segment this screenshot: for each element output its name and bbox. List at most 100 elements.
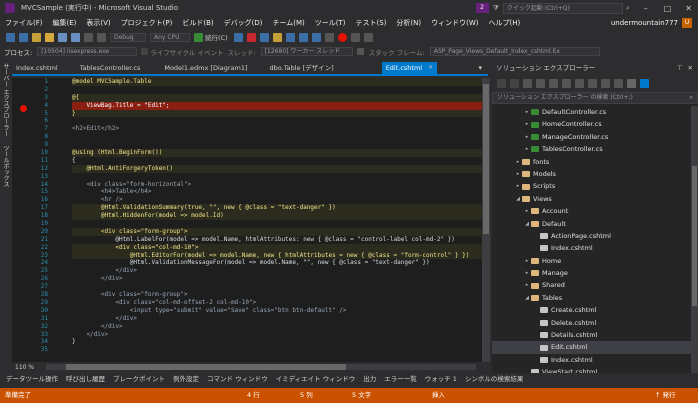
code-line[interactable]: <h4>Table</h4> xyxy=(72,188,482,196)
preview-icon[interactable] xyxy=(614,78,623,88)
solution-search-input[interactable]: ソリューション エクスプローラー の検索 (Ctrl+;) ⌕ xyxy=(492,92,698,104)
home-icon[interactable] xyxy=(523,78,532,88)
code-line[interactable]: ViewBag.Title = "Edit"; xyxy=(72,101,482,110)
code-line[interactable]: <div class="form-horizontal"> xyxy=(72,181,482,189)
code-line[interactable] xyxy=(72,133,482,141)
tab-exception-settings[interactable]: 例外設定 xyxy=(169,373,203,386)
close-tab-icon[interactable]: ✕ xyxy=(428,62,433,74)
toolbox-tab[interactable]: ツールボックス xyxy=(0,141,11,191)
tab-error-list[interactable]: エラー一覧 xyxy=(380,373,421,386)
user-avatar[interactable]: U xyxy=(682,18,692,28)
expand-arrow-icon[interactable]: ▸ xyxy=(514,168,522,180)
breakpoint-icon[interactable] xyxy=(337,32,347,42)
expand-arrow-icon[interactable]: ▸ xyxy=(523,131,531,143)
code-line[interactable] xyxy=(72,346,482,354)
tree-item[interactable]: ViewStart.cshtml xyxy=(492,366,698,373)
pin-icon[interactable]: ⊤ xyxy=(677,62,683,74)
server-explorer-tab[interactable]: サーバー エクスプローラー xyxy=(0,59,11,141)
code-line[interactable]: @Html.LabelFor(model => model.Name, html… xyxy=(72,236,482,244)
expand-arrow-icon[interactable]: ▸ xyxy=(523,255,531,267)
expand-arrow-icon[interactable]: ▸ xyxy=(514,180,522,192)
expand-arrow-icon[interactable]: ▸ xyxy=(523,279,531,291)
tree-item[interactable]: Edit.cshtml xyxy=(492,341,698,354)
stop-icon[interactable] xyxy=(246,32,256,42)
hscroll-track[interactable] xyxy=(46,364,476,370)
code-line[interactable] xyxy=(72,173,482,181)
tree-item[interactable]: Create.cshtml xyxy=(492,304,698,316)
code-editor[interactable]: 1 2 3 4 5 6 7 8 9 10 11 12 13 14 15 16 17 18 19 20 21 22 23 24 2… xyxy=(12,78,482,362)
tab-model1-edmx[interactable]: Model1.edmx [Diagram1] xyxy=(160,62,251,74)
expand-arrow-icon[interactable]: ◢ xyxy=(514,193,522,205)
code-line[interactable]: </div> xyxy=(72,331,482,339)
tab-index-cshtml[interactable]: Index.cshtml xyxy=(12,62,62,74)
publish-button[interactable]: ↑ 発行 xyxy=(655,388,676,403)
tab-tablescontroller[interactable]: TablesController.cs xyxy=(76,62,145,74)
tree-item[interactable]: Details.cshtml xyxy=(492,329,698,341)
menu-test[interactable]: テスト(S) xyxy=(351,18,392,28)
code-line[interactable]: @Html.HiddenFor(model => model.Id) xyxy=(72,212,482,221)
code-line[interactable] xyxy=(72,117,482,125)
tree-item[interactable]: ▸ Scripts xyxy=(492,180,698,192)
tree-item[interactable]: ▸ ManageController.cs xyxy=(492,131,698,143)
continue-button[interactable]: 続行(C) xyxy=(205,32,228,42)
code-line[interactable]: <div class="form-group"> xyxy=(72,227,482,236)
code-line[interactable]: @{ xyxy=(72,93,482,102)
collapse-all-icon[interactable] xyxy=(588,78,597,88)
sync-icon[interactable] xyxy=(562,78,571,88)
expand-arrow-icon[interactable]: ◢ xyxy=(523,218,531,230)
code-line[interactable]: </div> xyxy=(72,315,482,323)
zoom-level[interactable]: 110 % xyxy=(12,364,46,371)
expand-arrow-icon[interactable]: ▸ xyxy=(523,118,531,130)
refresh-icon[interactable] xyxy=(575,78,584,88)
expand-arrow-icon[interactable]: ▸ xyxy=(523,106,531,118)
forward-icon[interactable] xyxy=(19,32,28,42)
scroll-thumb[interactable] xyxy=(483,84,489,234)
comment-icon[interactable] xyxy=(363,32,373,42)
stackframe-select[interactable]: ASP_Page_Views_Default_Index_cshtml.Ex xyxy=(429,47,600,56)
expand-arrow-icon[interactable]: ▸ xyxy=(523,143,531,155)
bookmark-icon[interactable] xyxy=(350,32,360,42)
search-icon[interactable]: ⌕ xyxy=(690,92,693,104)
code-line[interactable] xyxy=(72,141,482,149)
tree-item[interactable]: ▸ Manage xyxy=(492,267,698,279)
code-line[interactable]: { xyxy=(72,157,482,165)
code-line[interactable]: @using (Html.BeginForm()) xyxy=(72,149,482,157)
platform-select[interactable]: Any CPU xyxy=(150,32,190,42)
tree-item[interactable]: ▸ TablesController.cs xyxy=(492,143,698,155)
lifecycle-events-button[interactable]: ライフサイクル イベント xyxy=(150,47,223,57)
tree-item[interactable]: ▸ HomeController.cs xyxy=(492,118,698,130)
code-line[interactable]: </div> xyxy=(72,267,482,275)
expand-arrow-icon[interactable]: ▸ xyxy=(523,205,531,217)
code-line[interactable]: </div> xyxy=(72,323,482,331)
thread-select[interactable]: [12680] ワーカー スレッド xyxy=(260,47,353,56)
editor-vertical-scrollbar[interactable] xyxy=(482,78,490,362)
open-icon[interactable] xyxy=(45,32,54,42)
tree-item[interactable]: ▸ fonts xyxy=(492,156,698,168)
code-line[interactable]: @Html.EditorFor(model => model.Name, new… xyxy=(72,251,482,260)
tab-data-tools[interactable]: データツール操作 xyxy=(2,373,62,386)
step-over-icon[interactable] xyxy=(298,32,308,42)
code-line[interactable]: @model MVCSample.Table xyxy=(72,78,482,86)
tab-immediate-window[interactable]: イミディエイト ウィンドウ xyxy=(272,373,360,386)
tree-item[interactable]: ◢ Views xyxy=(492,193,698,205)
expand-arrow-icon[interactable]: ▸ xyxy=(523,267,531,279)
tab-edit-cshtml[interactable]: Edit.cshtml ✕ xyxy=(381,62,438,74)
switch-views-icon[interactable] xyxy=(536,78,545,88)
show-next-statement-icon[interactable] xyxy=(272,32,282,42)
code-line[interactable]: } xyxy=(72,109,482,118)
tab-overflow-icon[interactable]: ▾ xyxy=(478,64,482,72)
code-line[interactable]: <div class="col-md-10"> xyxy=(72,243,482,252)
menu-project[interactable]: プロジェクト(P) xyxy=(116,18,178,28)
tree-item[interactable]: Index.cshtml xyxy=(492,354,698,366)
save-icon[interactable] xyxy=(58,32,67,42)
back-icon[interactable] xyxy=(6,32,15,42)
tree-item[interactable]: ◢ Default xyxy=(492,218,698,230)
restart-icon[interactable] xyxy=(259,32,269,42)
flag-thread-icon[interactable] xyxy=(356,48,364,55)
tree-item[interactable]: ▸ DefaultController.cs xyxy=(492,106,698,118)
tab-output[interactable]: 出力 xyxy=(359,373,380,386)
tree-item[interactable]: ▸ Shared xyxy=(492,279,698,291)
menu-team[interactable]: チーム(M) xyxy=(267,18,309,28)
tab-breakpoints[interactable]: ブレークポイント xyxy=(109,373,169,386)
notification-flag-icon[interactable]: 2 xyxy=(475,3,489,13)
